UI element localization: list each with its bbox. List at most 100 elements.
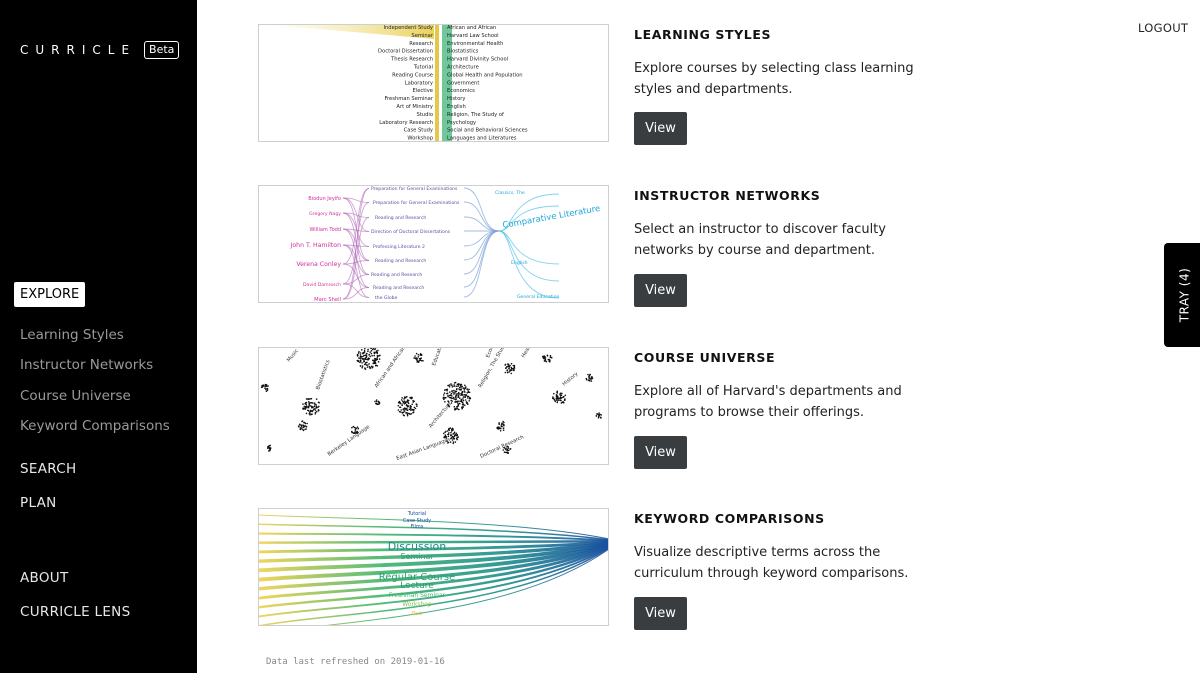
course-universe-visual: Biostatistics African and African A Educat… [260, 348, 602, 462]
course-dot [585, 377, 588, 380]
course-dot [415, 352, 418, 355]
nav-instructor-networks[interactable]: Instructor Networks [20, 357, 153, 373]
keyword-label: Workshop [402, 601, 432, 608]
course-dot [269, 448, 271, 451]
course-dot [265, 384, 268, 386]
course-dot [453, 382, 456, 384]
course-link [463, 230, 500, 275]
course-dot [307, 410, 310, 412]
course-link [463, 230, 500, 298]
learning-styles-view-button[interactable]: View [634, 112, 687, 145]
course-dot [302, 424, 305, 427]
nav-about[interactable]: ABOUT [20, 570, 69, 586]
course-dot [300, 424, 303, 426]
instructor-networks-thumbnail[interactable]: Biodun Jeyifo Gregory Nagy William Todd Joh… [258, 185, 609, 303]
course-dot [359, 361, 361, 364]
course-dot [314, 409, 317, 411]
data-refresh-note: Data last refreshed on 2019-01-16 [266, 657, 445, 667]
course-dot [368, 363, 370, 365]
course-dot [310, 405, 312, 407]
course-dot [374, 400, 376, 403]
cluster-label: Education [431, 348, 445, 367]
course-dot [458, 383, 460, 385]
course-dot [419, 357, 422, 360]
nav-plan[interactable]: PLAN [20, 495, 57, 511]
course-dot [513, 367, 516, 369]
brand-name: CURRICLE [20, 43, 137, 57]
department-link [498, 230, 560, 265]
course-dot [450, 383, 452, 385]
nav-learning-styles[interactable]: Learning Styles [20, 327, 124, 343]
course-dot [371, 367, 373, 369]
course-dot [556, 398, 559, 400]
department-label: Religion, The Study of [447, 112, 504, 118]
keyword-comparisons-thumbnail[interactable]: Tutorial Case Study Films Discussion Seminar… [258, 508, 609, 626]
course-dot [315, 405, 318, 407]
course-dot [446, 388, 449, 391]
course-dot [544, 359, 547, 362]
course-dot [449, 427, 452, 429]
course-dot [597, 415, 600, 418]
course-dot [589, 378, 591, 380]
course-dot [366, 352, 368, 355]
course-dot [454, 392, 456, 394]
course-dot [361, 365, 364, 367]
department-labels: African and African Harvard Law School Env… [447, 25, 528, 141]
course-dot [464, 387, 467, 389]
course-dot [501, 425, 503, 428]
course-dot [299, 427, 302, 429]
tray-tab[interactable]: TRAY (4) [1164, 243, 1200, 347]
nav-search[interactable]: SEARCH [20, 461, 76, 477]
course-universe-view-button[interactable]: View [634, 436, 687, 469]
course-dot [366, 361, 368, 364]
course-dot [304, 422, 307, 425]
instructor-networks-view-button[interactable]: View [634, 274, 687, 307]
course-label: Professing Literature 2 [373, 244, 425, 250]
course-dot [451, 435, 454, 438]
course-dot [463, 393, 466, 396]
course-dot [596, 413, 599, 415]
course-dot [408, 412, 411, 415]
course-dot [363, 361, 365, 363]
nav-explore[interactable]: EXPLORE [14, 282, 86, 307]
course-dot [452, 441, 455, 443]
course-dot [454, 407, 456, 410]
course-dot [458, 386, 461, 389]
course-dot [467, 403, 469, 405]
course-dot [460, 387, 462, 389]
course-dot [505, 451, 507, 454]
course-dot [313, 408, 315, 410]
nav-keyword-comparisons[interactable]: Keyword Comparisons [20, 418, 170, 434]
nav-curricle-lens[interactable]: CURRICLE LENS [20, 604, 130, 620]
learning-styles-thumbnail[interactable]: Independent Study Seminar Research Doctoral… [258, 24, 609, 142]
course-dot [558, 397, 560, 400]
course-dot [507, 363, 509, 365]
course-dot [560, 399, 562, 402]
course-dot [462, 396, 465, 398]
logout-link[interactable]: LOGOUT [1138, 21, 1188, 35]
course-dot [442, 394, 445, 396]
course-dot [507, 449, 510, 452]
course-dot [450, 431, 452, 434]
course-dot [443, 392, 446, 394]
style-label: Elective [413, 88, 434, 94]
course-dot [403, 409, 405, 411]
department-label: Architecture [447, 65, 479, 71]
course-dot [309, 410, 312, 413]
course-dot [461, 385, 464, 388]
course-dot [505, 367, 507, 369]
course-dot [455, 437, 458, 440]
course-dot [551, 357, 553, 359]
course-dot [466, 392, 468, 394]
nav-course-universe[interactable]: Course Universe [20, 388, 131, 404]
brand-logo[interactable]: CURRICLE Beta [20, 41, 180, 59]
course-dot [451, 400, 453, 402]
course-dot [357, 352, 360, 354]
keyword-comparisons-visual: TutorialCase StudyFilmsDiscussionSeminar… [259, 511, 608, 625]
course-dot [312, 409, 314, 412]
style-label: Research [409, 41, 433, 47]
keyword-comparisons-view-button[interactable]: View [634, 597, 687, 630]
cluster-label: Health [521, 348, 535, 359]
course-universe-thumbnail[interactable]: Biostatistics African and African A Educat… [258, 347, 609, 465]
course-dot [461, 401, 464, 404]
